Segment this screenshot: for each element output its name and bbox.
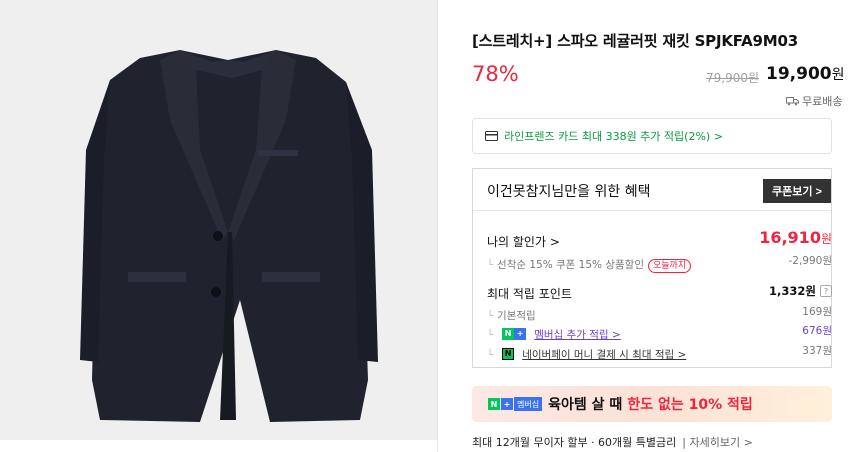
product-detail-page: [스트레치+] 스파오 레귤러핏 재킷 SPJKFA9M03 78% 79,90… <box>0 0 850 452</box>
shipping-text: 무료배송 <box>802 95 843 108</box>
shipping-info: 무료배송 <box>786 93 842 109</box>
naverpay-n-icon: N <box>502 347 515 360</box>
tree-connector: └ <box>487 350 494 361</box>
installment-text: 최대 12개월 무이자 할부 · 60개월 특별금리 <box>472 436 677 449</box>
sale-price-value: 19,900 <box>766 64 832 84</box>
membership-banner[interactable]: N + 멤버십 육아템 살 때 한도 없는 10% 적립 <box>472 386 832 422</box>
truck-icon <box>786 97 799 106</box>
card-promo-link[interactable]: 라인프렌즈 카드 최대 338원 추가 적립(2%) > <box>472 118 832 154</box>
credit-card-icon <box>485 131 498 141</box>
my-price-number: 16,910 <box>759 228 821 247</box>
membership-points-label[interactable]: 멤버십 추가 적립 > <box>534 329 620 341</box>
product-image[interactable] <box>0 0 437 440</box>
points-label: 최대 적립 포인트 <box>487 287 572 301</box>
installment-info: 최대 12개월 무이자 할부 · 60개월 특별금리 | 자세히보기 > <box>472 434 753 450</box>
tree-connector: └ <box>487 311 494 322</box>
points-value-group: 1,332원 ? <box>769 283 832 299</box>
banner-text: 육아템 살 때 <box>548 397 623 413</box>
membership-points-value: 676원 <box>802 325 832 337</box>
points-value: 1,332원 <box>769 284 816 298</box>
naver-n-icon: N <box>488 398 500 410</box>
naver-plus-badge: N + <box>502 327 527 340</box>
benefit-title: 이건못참지님만을 위한 혜택 <box>487 184 651 200</box>
discount-rate: 78% <box>472 62 519 86</box>
plus-icon: + <box>514 327 527 340</box>
installment-detail-link[interactable]: | 자세히보기 > <box>682 436 753 449</box>
coupon-deadline-tag: 오늘까지 <box>648 259 692 273</box>
naverpay-points-value: 337원 <box>802 345 832 357</box>
points-row: 최대 적립 포인트 1,332원 ? <box>487 283 832 302</box>
naverpay-badge: N <box>502 347 515 360</box>
naver-n-icon: N <box>502 327 515 340</box>
basic-points-label: 기본적립 <box>497 310 536 322</box>
my-price-value: 16,910원 <box>759 228 832 247</box>
membership-badge: N + 멤버십 <box>488 397 543 411</box>
basic-points-value: 169원 <box>802 306 832 318</box>
tree-connector: └ <box>487 330 494 341</box>
product-title: [스트레치+] 스파오 레귤러핏 재킷 SPJKFA9M03 <box>472 32 798 50</box>
membership-pill: 멤버십 <box>514 397 543 411</box>
benefit-box: 이건못참지님만을 위한 혜택 쿠폰보기 > 나의 할인가 > 16,910원 └… <box>472 168 832 368</box>
coupon-discount-value: -2,990원 <box>788 255 832 267</box>
my-price-unit: 원 <box>820 232 832 246</box>
sale-price-unit: 원 <box>831 67 845 83</box>
benefit-header: 이건못참지님만을 위한 혜택 쿠폰보기 > <box>473 169 831 211</box>
original-price: 79,900원 <box>706 71 760 85</box>
banner-emphasis: 한도 없는 10% 적립 <box>627 397 753 413</box>
coupon-detail-row: └ 선착순 15% 쿠폰 15% 상품할인 오늘까지 -2,990원 <box>487 253 832 273</box>
naverpay-points-row[interactable]: └ N 네이버페이 머니 결제 시 최대 적립 > 337원 <box>487 343 832 362</box>
membership-points-row[interactable]: └ N + 멤버십 추가 적립 > 676원 <box>487 323 832 342</box>
sale-price: 19,900원 <box>766 64 845 84</box>
card-promo-text: 라인프렌즈 카드 최대 338원 추가 적립(2%) > <box>504 130 723 143</box>
basic-points-row: └ 기본적립 169원 <box>487 304 832 323</box>
plus-icon: + <box>501 398 513 410</box>
coupon-view-button[interactable]: 쿠폰보기 > <box>763 179 831 203</box>
pane-divider <box>437 0 438 452</box>
help-icon[interactable]: ? <box>820 285 832 297</box>
jacket-image <box>0 0 437 440</box>
tree-connector: └ <box>487 260 494 271</box>
my-price-label: 나의 할인가 > <box>487 235 560 249</box>
naverpay-points-label[interactable]: 네이버페이 머니 결제 시 최대 적립 > <box>522 349 686 361</box>
coupon-detail-text: 선착순 15% 쿠폰 15% 상품할인 <box>497 259 644 271</box>
my-price-row[interactable]: 나의 할인가 > 16,910원 <box>487 228 832 250</box>
